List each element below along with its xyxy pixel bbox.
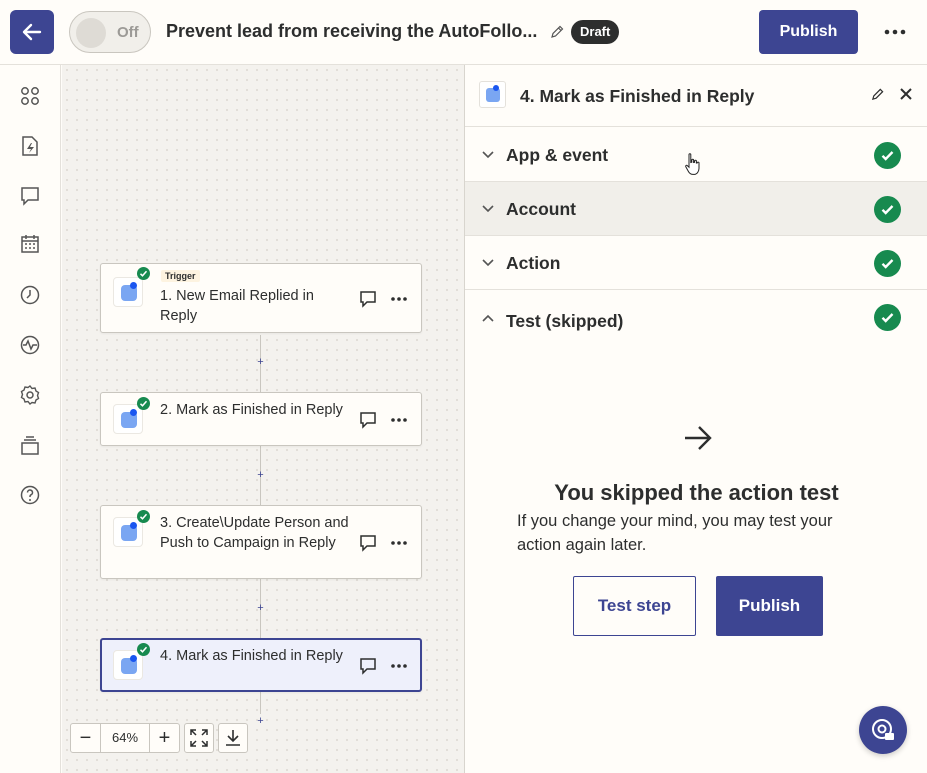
chevron-up-icon: [482, 314, 494, 322]
test-step-button[interactable]: Test step: [573, 576, 696, 636]
fit-to-screen-button[interactable]: [184, 723, 214, 753]
versions-icon[interactable]: [19, 435, 41, 457]
section-label: Account: [506, 199, 576, 219]
panel-header: 4. Mark as Finished in Reply: [465, 65, 927, 127]
arrow-left-icon: [22, 23, 42, 41]
check-icon: [137, 643, 150, 656]
back-button[interactable]: [10, 10, 54, 54]
step-card-4[interactable]: 4. Mark as Finished in Reply: [100, 638, 422, 692]
top-bar: Off Prevent lead from receiving the Auto…: [0, 0, 927, 65]
more-options-icon[interactable]: [390, 540, 408, 546]
fit-screen-icon: [190, 729, 208, 747]
more-options-icon[interactable]: [390, 296, 408, 302]
close-icon[interactable]: [899, 87, 913, 101]
step-connector: [260, 692, 261, 714]
more-options-icon[interactable]: [882, 22, 908, 42]
step-card-1[interactable]: Trigger 1. New Email Replied in Reply: [100, 263, 422, 333]
check-circle-icon: [874, 304, 901, 331]
reply-app-icon: [113, 277, 143, 307]
chevron-down-icon: [482, 259, 494, 267]
comment-icon[interactable]: [359, 411, 377, 429]
arrow-right-icon: [685, 426, 712, 450]
pencil-icon[interactable]: [550, 25, 564, 39]
zoom-controls: − 64% +: [70, 723, 248, 753]
skip-heading: You skipped the action test: [554, 480, 839, 505]
settings-gear-icon[interactable]: [19, 384, 41, 406]
check-circle-icon: [874, 196, 901, 223]
support-icon: [872, 719, 894, 740]
zap-file-icon[interactable]: [19, 135, 41, 157]
check-icon: [137, 267, 150, 280]
step-title: 2. Mark as Finished in Reply: [160, 402, 343, 418]
zoom-out-button[interactable]: −: [71, 724, 100, 752]
reply-app-icon: [479, 81, 506, 108]
hand-cursor-icon: [685, 153, 700, 175]
zoom-group: − 64% +: [70, 723, 180, 753]
step-card-2[interactable]: 2. Mark as Finished in Reply: [100, 392, 422, 446]
comment-icon[interactable]: [359, 657, 377, 675]
section-account[interactable]: Account: [465, 182, 927, 236]
more-options-icon[interactable]: [390, 663, 408, 669]
panel-title: 4. Mark as Finished in Reply: [520, 86, 755, 106]
pencil-icon[interactable]: [871, 88, 884, 101]
comment-icon[interactable]: [359, 534, 377, 552]
draft-badge: Draft: [571, 20, 620, 44]
step-title: 1. New Email Replied in Reply: [160, 288, 314, 324]
section-action[interactable]: Action: [465, 236, 927, 290]
step-title: 4. Mark as Finished in Reply: [160, 648, 343, 664]
zoom-level: 64%: [100, 724, 150, 752]
check-circle-icon: [874, 142, 901, 169]
chevron-down-icon: [482, 151, 494, 159]
check-icon: [137, 397, 150, 410]
section-label: Test (skipped): [506, 311, 624, 331]
zap-editor-canvas[interactable]: + + + + Trigger 1. New Email Replied in …: [62, 65, 464, 773]
zoom-in-button[interactable]: +: [150, 724, 179, 752]
section-label: Action: [506, 253, 561, 273]
chevron-down-icon: [482, 205, 494, 213]
step-title: 3. Create\Update Person and Push to Camp…: [160, 515, 349, 551]
more-options-icon[interactable]: [390, 417, 408, 423]
apps-icon[interactable]: [19, 85, 41, 107]
download-button[interactable]: [218, 723, 248, 753]
section-label: App & event: [506, 145, 609, 165]
calendar-icon[interactable]: [19, 233, 41, 255]
skip-description: If you change your mind, you may test yo…: [517, 512, 833, 554]
trigger-tag: Trigger: [161, 270, 200, 282]
publish-button[interactable]: Publish: [716, 576, 823, 636]
comment-icon[interactable]: [19, 185, 41, 207]
zap-title[interactable]: Prevent lead from receiving the AutoFoll…: [166, 21, 537, 42]
add-step-button[interactable]: +: [256, 716, 265, 727]
support-chat-button[interactable]: [859, 706, 907, 754]
add-step-button[interactable]: +: [256, 470, 265, 481]
add-step-button[interactable]: +: [256, 603, 265, 614]
add-step-button[interactable]: +: [256, 357, 265, 368]
zap-on-off-toggle[interactable]: Off: [69, 11, 151, 53]
check-icon: [137, 510, 150, 523]
activity-icon[interactable]: [19, 334, 41, 356]
help-icon[interactable]: [19, 484, 41, 506]
toggle-knob: [76, 18, 106, 48]
publish-button[interactable]: Publish: [759, 10, 858, 54]
left-sidebar: [0, 65, 61, 773]
section-test[interactable]: Test (skipped): [465, 291, 927, 345]
toggle-label: Off: [117, 24, 139, 41]
step-card-3[interactable]: 3. Create\Update Person and Push to Camp…: [100, 505, 422, 579]
check-circle-icon: [874, 250, 901, 277]
download-icon: [226, 730, 240, 746]
comment-icon[interactable]: [359, 290, 377, 308]
history-clock-icon[interactable]: [19, 284, 41, 306]
